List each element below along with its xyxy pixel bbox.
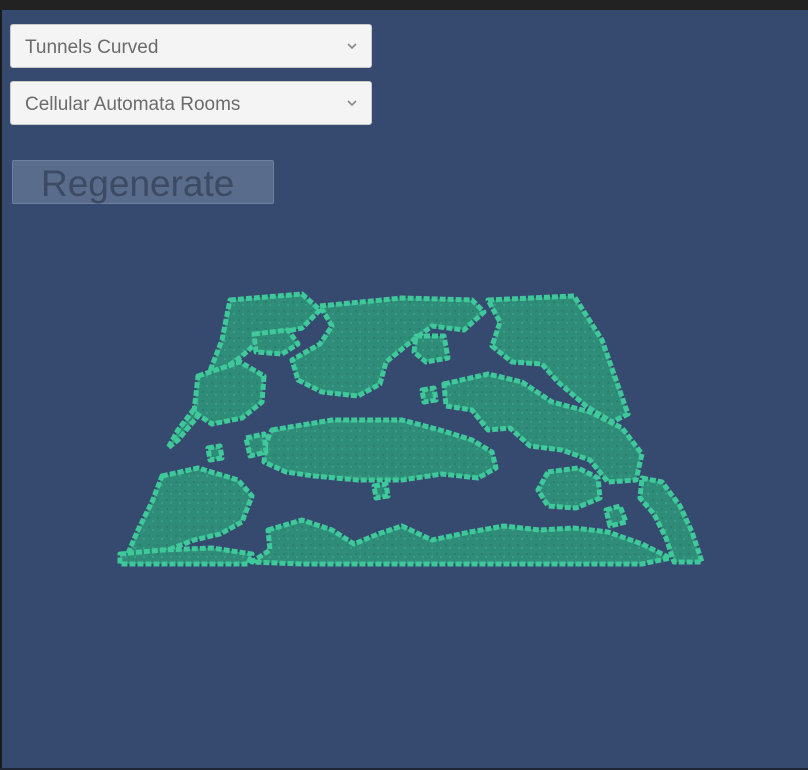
cave-region [261, 417, 499, 483]
cave-region [251, 327, 301, 357]
dropdown-value: Tunnels Curved [25, 37, 159, 58]
room-algorithm-dropdown[interactable]: Cellular Automata Rooms [10, 81, 372, 125]
cave-region [603, 503, 629, 529]
scene-viewport: Tunnels Curved Cellular Automata Rooms R… [2, 10, 808, 768]
cave-region [419, 385, 439, 405]
layout-algorithm-dropdown[interactable]: Tunnels Curved [10, 24, 372, 68]
regenerate-label: Regenerate [41, 163, 235, 204]
cave-region [371, 481, 391, 501]
regenerate-button[interactable]: Regenerate [12, 160, 274, 204]
cave-region [117, 545, 255, 567]
chevron-down-icon [347, 43, 357, 50]
cave-region [249, 517, 673, 567]
chevron-down-icon [347, 100, 357, 107]
dropdown-value: Cellular Automata Rooms [25, 94, 241, 115]
floor-regions [117, 291, 705, 567]
cave-region [411, 333, 451, 365]
cave-region [123, 465, 255, 561]
window-top-bar [0, 0, 808, 10]
cave-region [535, 465, 603, 511]
cave-region [191, 359, 267, 427]
cave-region [205, 443, 225, 463]
game-window: Tunnels Curved Cellular Automata Rooms R… [0, 0, 808, 770]
cave-region [243, 431, 269, 459]
